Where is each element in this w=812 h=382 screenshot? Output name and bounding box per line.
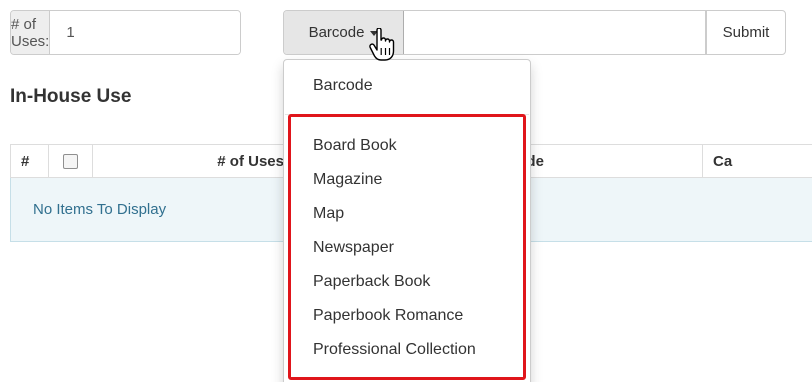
menu-item-paperback-book[interactable]: Paperback Book xyxy=(313,273,430,291)
search-type-menu: Barcode Board Book Magazine Map Newspape… xyxy=(283,59,531,382)
menu-item-magazine[interactable]: Magazine xyxy=(313,171,382,189)
column-header-select xyxy=(48,144,93,178)
page-title: In-House Use xyxy=(10,86,132,107)
column-header-uses[interactable]: # of Uses xyxy=(92,144,315,178)
menu-item-barcode[interactable]: Barcode xyxy=(313,77,373,95)
menu-item-map[interactable]: Map xyxy=(313,205,344,223)
menu-item-newspaper[interactable]: Newspaper xyxy=(313,239,394,257)
search-type-dropdown-button[interactable]: Barcode xyxy=(284,11,404,54)
search-input[interactable] xyxy=(404,11,705,54)
caret-down-icon xyxy=(370,31,379,36)
in-house-use-page: # of Uses: Barcode Submit In-House Use #… xyxy=(0,0,812,382)
menu-divider xyxy=(285,114,529,115)
menu-item-board-book[interactable]: Board Book xyxy=(313,137,397,155)
column-header-number[interactable]: # xyxy=(10,144,49,178)
column-header-category[interactable]: Ca xyxy=(702,144,812,178)
search-type-label: Barcode xyxy=(308,24,365,41)
uses-input[interactable] xyxy=(50,11,240,54)
menu-item-paperbook-romance[interactable]: Paperbook Romance xyxy=(313,307,463,325)
uses-input-group: # of Uses: xyxy=(10,10,241,55)
search-input-group: Barcode xyxy=(283,10,706,55)
submit-button[interactable]: Submit xyxy=(706,10,786,55)
select-all-checkbox[interactable] xyxy=(63,154,78,170)
uses-label: # of Uses: xyxy=(11,11,51,54)
menu-item-professional-collection[interactable]: Professional Collection xyxy=(313,341,476,359)
